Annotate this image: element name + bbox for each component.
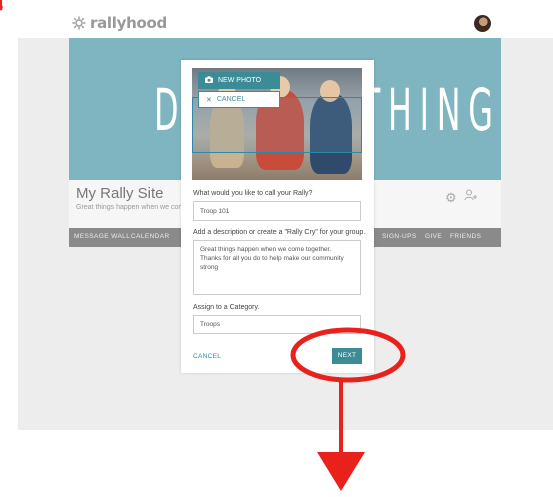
top-bar: rallyhood xyxy=(18,8,553,38)
create-rally-modal: NEW PHOTO ✕ CANCEL What would you like t… xyxy=(181,60,374,373)
nav-message-wall[interactable]: MESSAGE WALL xyxy=(74,233,130,240)
next-button[interactable]: NEXT xyxy=(332,348,362,364)
description-label: Add a description or create a "Rally Cry… xyxy=(193,229,366,236)
logo-icon xyxy=(72,16,86,30)
down-arrow-head xyxy=(317,452,365,491)
nav-sign-ups[interactable]: SIGN-UPS xyxy=(382,233,417,240)
top-left-arrow xyxy=(0,0,3,11)
rally-name-input[interactable]: Troop 101 xyxy=(193,201,361,221)
nav-give[interactable]: GIVE xyxy=(425,233,442,240)
user-avatar[interactable] xyxy=(474,15,491,32)
new-photo-button[interactable]: NEW PHOTO xyxy=(198,72,280,89)
logo-text: rallyhood xyxy=(90,14,167,32)
add-member-icon[interactable] xyxy=(464,188,478,204)
add-user-icon xyxy=(464,189,477,201)
cancel-button[interactable]: CANCEL xyxy=(193,353,221,360)
new-photo-label: NEW PHOTO xyxy=(218,77,262,84)
description-textarea[interactable]: Great things happen when we come togethe… xyxy=(193,240,361,295)
cancel-photo-label: CANCEL xyxy=(216,96,246,103)
settings-gear-icon[interactable]: ⚙ xyxy=(445,190,457,206)
rallyhood-logo[interactable]: rallyhood xyxy=(72,14,167,32)
camera-icon xyxy=(205,76,213,85)
category-label: Assign to a Category. xyxy=(193,304,260,311)
nav-friends[interactable]: FRIENDS xyxy=(450,233,481,240)
nav-calendar[interactable]: CALENDAR xyxy=(131,233,170,240)
rally-name-label: What would you like to call your Rally? xyxy=(193,190,313,197)
description-text: Great things happen when we come togethe… xyxy=(200,246,344,271)
site-title: My Rally Site xyxy=(76,185,164,202)
cancel-photo-button[interactable]: ✕ CANCEL xyxy=(198,91,280,108)
close-icon: ✕ xyxy=(206,96,212,104)
category-select[interactable]: Troops xyxy=(193,315,361,334)
